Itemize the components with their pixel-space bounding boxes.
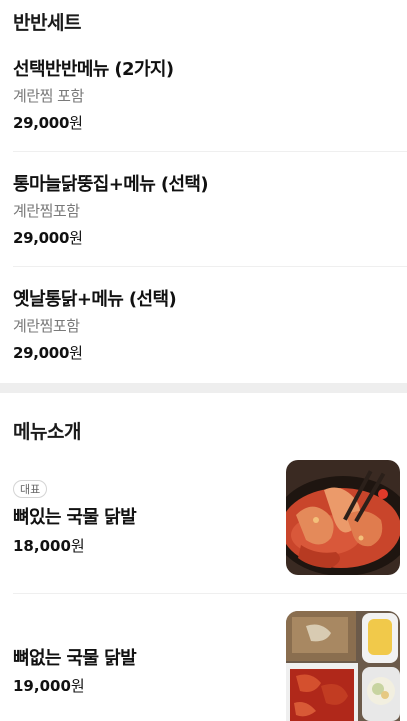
set-item-price: 29,000원 <box>13 227 83 248</box>
price-currency: 원 <box>69 229 83 247</box>
divider <box>13 151 407 152</box>
section-title-set: 반반세트 <box>13 12 81 34</box>
set-item-name: 옛날통닭+메뉴 (선택) <box>13 289 177 310</box>
set-item-price: 29,000원 <box>13 342 83 363</box>
set-item-name: 선택반반메뉴 (2가지) <box>13 59 174 80</box>
price-value: 19,000 <box>13 677 71 695</box>
chicken-feet-soup-photo <box>286 460 400 575</box>
menu-item-name: 뼈있는 국물 닭발 <box>13 507 137 528</box>
set-item-desc: 계란찜포함 <box>13 202 80 220</box>
signature-badge: 대표 <box>13 480 48 498</box>
section-title-menu: 메뉴소개 <box>13 421 81 443</box>
set-item-desc: 계란찜 포함 <box>13 87 84 105</box>
set-item-desc: 계란찜포함 <box>13 317 80 335</box>
price-currency: 원 <box>69 344 83 362</box>
boneless-chicken-feet-set-photo <box>286 611 400 721</box>
price-value: 29,000 <box>13 344 70 362</box>
set-item-name: 통마늘닭뚱집+메뉴 (선택) <box>13 174 209 195</box>
divider <box>13 266 407 267</box>
set-item-price: 29,000원 <box>13 112 83 133</box>
menu-item-name: 뼈없는 국물 닭발 <box>13 648 137 669</box>
menu-item-image[interactable] <box>286 460 400 575</box>
price-currency: 원 <box>70 537 85 555</box>
price-value: 18,000 <box>13 537 71 555</box>
section-separator <box>0 383 407 393</box>
menu-item-image[interactable] <box>286 611 400 721</box>
price-value: 29,000 <box>13 229 70 247</box>
price-currency: 원 <box>69 114 83 132</box>
price-currency: 원 <box>70 677 85 695</box>
menu-item-price: 18,000원 <box>13 535 85 556</box>
menu-item-price: 19,000원 <box>13 675 85 696</box>
divider <box>13 593 407 594</box>
price-value: 29,000 <box>13 114 70 132</box>
